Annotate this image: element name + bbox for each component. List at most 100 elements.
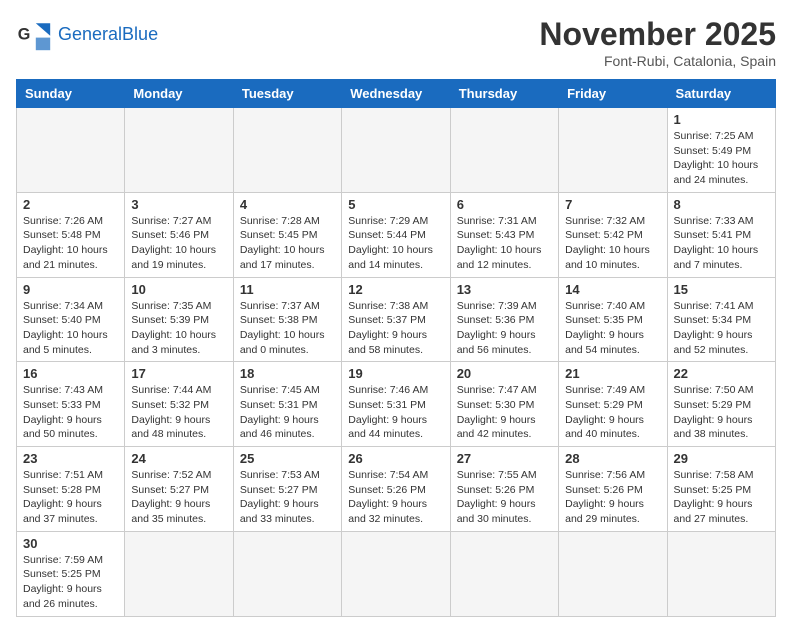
calendar-cell: 29Sunrise: 7:58 AM Sunset: 5:25 PM Dayli…	[667, 447, 775, 532]
day-info: Sunrise: 7:44 AM Sunset: 5:32 PM Dayligh…	[131, 383, 226, 442]
day-info: Sunrise: 7:37 AM Sunset: 5:38 PM Dayligh…	[240, 299, 335, 358]
day-number: 7	[565, 197, 660, 212]
logo-general: General	[58, 24, 122, 44]
calendar-cell	[125, 108, 233, 193]
calendar-cell: 24Sunrise: 7:52 AM Sunset: 5:27 PM Dayli…	[125, 447, 233, 532]
calendar-cell: 2Sunrise: 7:26 AM Sunset: 5:48 PM Daylig…	[17, 192, 125, 277]
calendar-row: 30 Sunrise: 7:59 AM Sunset: 5:25 PM Dayli…	[17, 531, 776, 616]
calendar-cell	[342, 531, 450, 616]
calendar-cell: 7 Sunrise: 7:32 AM Sunset: 5:42 PM Daylig…	[559, 192, 667, 277]
day-number: 2	[23, 197, 118, 212]
day-info: Sunrise: 7:55 AM Sunset: 5:26 PM Dayligh…	[457, 468, 552, 527]
day-info: Sunrise: 7:41 AM Sunset: 5:34 PM Dayligh…	[674, 299, 769, 358]
calendar-cell	[667, 531, 775, 616]
day-info: Sunrise: 7:39 AM Sunset: 5:36 PM Dayligh…	[457, 299, 552, 358]
calendar-cell: 25Sunrise: 7:53 AM Sunset: 5:27 PM Dayli…	[233, 447, 341, 532]
day-info: Sunrise: 7:54 AM Sunset: 5:26 PM Dayligh…	[348, 468, 443, 527]
calendar-cell: 12Sunrise: 7:38 AM Sunset: 5:37 PM Dayli…	[342, 277, 450, 362]
calendar-cell: 9Sunrise: 7:34 AM Sunset: 5:40 PM Daylig…	[17, 277, 125, 362]
day-number: 22	[674, 366, 769, 381]
calendar-cell: 17 Sunrise: 7:44 AM Sunset: 5:32 PM Dayli…	[125, 362, 233, 447]
day-number: 1	[674, 112, 769, 127]
day-number: 20	[457, 366, 552, 381]
day-info: Sunrise: 7:51 AM Sunset: 5:28 PM Dayligh…	[23, 468, 118, 527]
day-number: 25	[240, 451, 335, 466]
calendar-cell: 30 Sunrise: 7:59 AM Sunset: 5:25 PM Dayli…	[17, 531, 125, 616]
day-number: 24	[131, 451, 226, 466]
day-number: 6	[457, 197, 552, 212]
day-info: Sunrise: 7:28 AM Sunset: 5:45 PM Dayligh…	[240, 214, 335, 273]
month-title: November 2025	[539, 16, 776, 53]
calendar-cell: 8Sunrise: 7:33 AM Sunset: 5:41 PM Daylig…	[667, 192, 775, 277]
calendar-cell	[559, 108, 667, 193]
calendar-row: 1 Sunrise: 7:25 AM Sunset: 5:49 PM Daylig…	[17, 108, 776, 193]
day-info: Sunrise: 7:29 AM Sunset: 5:44 PM Dayligh…	[348, 214, 443, 273]
calendar-cell: 5Sunrise: 7:29 AM Sunset: 5:44 PM Daylig…	[342, 192, 450, 277]
header-sunday: Sunday	[17, 80, 125, 108]
day-info: Sunrise: 7:59 AM Sunset: 5:25 PM Dayligh…	[23, 553, 118, 612]
calendar-cell: 21 Sunrise: 7:49 AM Sunset: 5:29 PM Dayli…	[559, 362, 667, 447]
header-thursday: Thursday	[450, 80, 558, 108]
calendar-table: Sunday Monday Tuesday Wednesday Thursday…	[16, 79, 776, 617]
day-info: Sunrise: 7:49 AM Sunset: 5:29 PM Dayligh…	[565, 383, 660, 442]
day-info: Sunrise: 7:58 AM Sunset: 5:25 PM Dayligh…	[674, 468, 769, 527]
calendar-row: 2Sunrise: 7:26 AM Sunset: 5:48 PM Daylig…	[17, 192, 776, 277]
header-friday: Friday	[559, 80, 667, 108]
day-info: Sunrise: 7:25 AM Sunset: 5:49 PM Dayligh…	[674, 129, 769, 188]
header-saturday: Saturday	[667, 80, 775, 108]
day-info: Sunrise: 7:47 AM Sunset: 5:30 PM Dayligh…	[457, 383, 552, 442]
day-info: Sunrise: 7:35 AM Sunset: 5:39 PM Dayligh…	[131, 299, 226, 358]
day-number: 11	[240, 282, 335, 297]
calendar-cell: 22Sunrise: 7:50 AM Sunset: 5:29 PM Dayli…	[667, 362, 775, 447]
day-info: Sunrise: 7:43 AM Sunset: 5:33 PM Dayligh…	[23, 383, 118, 442]
day-info: Sunrise: 7:32 AM Sunset: 5:42 PM Dayligh…	[565, 214, 660, 273]
day-number: 18	[240, 366, 335, 381]
calendar-cell	[233, 108, 341, 193]
day-number: 10	[131, 282, 226, 297]
day-number: 15	[674, 282, 769, 297]
calendar-cell: 23 Sunrise: 7:51 AM Sunset: 5:28 PM Dayli…	[17, 447, 125, 532]
logo-blue: Blue	[122, 24, 158, 44]
day-number: 23	[23, 451, 118, 466]
calendar-cell: 15 Sunrise: 7:41 AM Sunset: 5:34 PM Dayli…	[667, 277, 775, 362]
header-wednesday: Wednesday	[342, 80, 450, 108]
day-info: Sunrise: 7:34 AM Sunset: 5:40 PM Dayligh…	[23, 299, 118, 358]
day-number: 16	[23, 366, 118, 381]
day-number: 27	[457, 451, 552, 466]
day-number: 17	[131, 366, 226, 381]
day-number: 19	[348, 366, 443, 381]
day-number: 13	[457, 282, 552, 297]
calendar-cell: 13 Sunrise: 7:39 AM Sunset: 5:36 PM Dayli…	[450, 277, 558, 362]
day-info: Sunrise: 7:31 AM Sunset: 5:43 PM Dayligh…	[457, 214, 552, 273]
day-number: 26	[348, 451, 443, 466]
day-info: Sunrise: 7:27 AM Sunset: 5:46 PM Dayligh…	[131, 214, 226, 273]
calendar-cell: 11 Sunrise: 7:37 AM Sunset: 5:38 PM Dayli…	[233, 277, 341, 362]
day-number: 30	[23, 536, 118, 551]
day-number: 4	[240, 197, 335, 212]
day-info: Sunrise: 7:56 AM Sunset: 5:26 PM Dayligh…	[565, 468, 660, 527]
calendar-cell: 14 Sunrise: 7:40 AM Sunset: 5:35 PM Dayli…	[559, 277, 667, 362]
calendar-row: 9Sunrise: 7:34 AM Sunset: 5:40 PM Daylig…	[17, 277, 776, 362]
logo-icon: G	[16, 16, 52, 52]
day-number: 28	[565, 451, 660, 466]
calendar-cell: 4 Sunrise: 7:28 AM Sunset: 5:45 PM Daylig…	[233, 192, 341, 277]
calendar-cell: 27 Sunrise: 7:55 AM Sunset: 5:26 PM Dayli…	[450, 447, 558, 532]
calendar-cell	[342, 108, 450, 193]
header-monday: Monday	[125, 80, 233, 108]
page-header: G GeneralBlue November 2025 Font-Rubi, C…	[16, 16, 776, 69]
calendar-cell: 16 Sunrise: 7:43 AM Sunset: 5:33 PM Dayli…	[17, 362, 125, 447]
day-number: 12	[348, 282, 443, 297]
day-number: 21	[565, 366, 660, 381]
location: Font-Rubi, Catalonia, Spain	[539, 53, 776, 69]
svg-text:G: G	[18, 25, 31, 43]
calendar-cell: 6 Sunrise: 7:31 AM Sunset: 5:43 PM Daylig…	[450, 192, 558, 277]
day-number: 14	[565, 282, 660, 297]
logo-text: GeneralBlue	[58, 24, 158, 45]
day-info: Sunrise: 7:40 AM Sunset: 5:35 PM Dayligh…	[565, 299, 660, 358]
calendar-row: 16 Sunrise: 7:43 AM Sunset: 5:33 PM Dayli…	[17, 362, 776, 447]
calendar-cell	[125, 531, 233, 616]
calendar-cell	[233, 531, 341, 616]
calendar-cell: 18Sunrise: 7:45 AM Sunset: 5:31 PM Dayli…	[233, 362, 341, 447]
calendar-cell	[17, 108, 125, 193]
calendar-cell	[559, 531, 667, 616]
